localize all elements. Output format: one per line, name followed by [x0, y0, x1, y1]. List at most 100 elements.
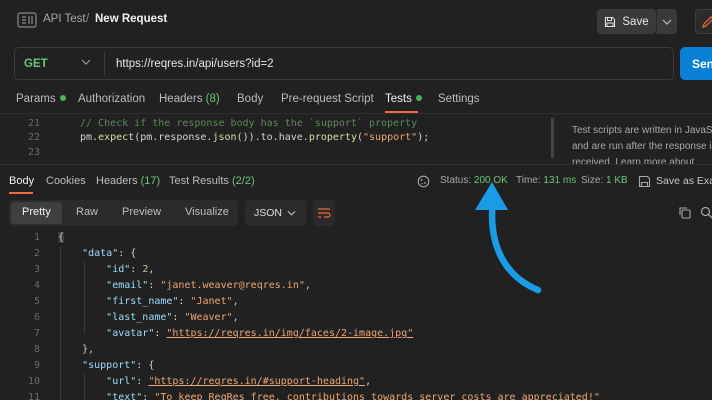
size-value: 1 KB	[606, 175, 628, 186]
json-line: },	[58, 344, 95, 355]
divider	[0, 164, 712, 165]
view-mode-visualize[interactable]: Visualize	[185, 206, 229, 218]
annotation-arrow	[475, 182, 542, 294]
tab-headers-label: Headers	[159, 93, 203, 105]
code-token: (pm.response.	[134, 132, 213, 143]
chevron-down-icon	[287, 210, 296, 216]
response-tab-test-results[interactable]: Test Results (2/2)	[169, 175, 255, 187]
json-key: "avatar"	[106, 328, 155, 339]
url-input[interactable]: https://reqres.in/api/users?id=2	[116, 58, 274, 70]
tab-settings[interactable]: Settings	[438, 93, 480, 105]
json-value: "To keep ReqRes free, contributions towa…	[154, 392, 600, 400]
help-line: Test scripts are written in JavaSc	[572, 125, 712, 136]
divider	[0, 113, 712, 114]
json-line: "last_name": "Weaver",	[106, 312, 239, 323]
line-number: 7	[33, 328, 40, 339]
response-size: Size: 1 KB	[581, 175, 628, 186]
json-key: "first_name"	[106, 296, 179, 307]
response-tab-cookies[interactable]: Cookies	[46, 175, 86, 187]
code-token: );	[417, 132, 430, 143]
copy-icon[interactable]	[678, 206, 691, 219]
response-tab-headers-label: Headers	[96, 175, 138, 187]
tab-headers[interactable]: Headers (8)	[159, 93, 220, 105]
wrap-lines-icon	[318, 208, 331, 218]
line-number: 5	[33, 296, 40, 307]
request-name[interactable]: New Request	[95, 13, 167, 25]
json-line: "support": {	[82, 360, 155, 371]
save-as-icon[interactable]	[638, 175, 651, 188]
cookie-icon[interactable]	[417, 175, 430, 188]
line-number: 1	[33, 232, 40, 243]
code-token: pm.	[80, 132, 99, 143]
format-select[interactable]: JSON	[245, 200, 306, 226]
view-mode-pretty[interactable]: Pretty	[22, 206, 51, 218]
json-value: "Weaver"	[184, 312, 233, 323]
active-dot	[415, 95, 422, 101]
view-mode-preview[interactable]: Preview	[122, 206, 161, 218]
json-line: "url": "https://reqres.in/#support-headi…	[106, 376, 372, 387]
edit-button[interactable]	[695, 9, 712, 34]
json-key: "email"	[106, 280, 149, 291]
response-tab-headers[interactable]: Headers (17)	[96, 175, 160, 187]
chevron-down-icon[interactable]	[81, 59, 91, 65]
line-number: 8	[33, 344, 40, 355]
tab-tests[interactable]: Tests	[385, 93, 422, 105]
json-line: {	[58, 232, 65, 243]
send-button[interactable]: Sen	[680, 47, 712, 80]
json-link-value[interactable]: "https://reqres.in/#support-heading"	[148, 376, 365, 387]
save-button[interactable]: Save	[597, 9, 656, 34]
line-number: 3	[33, 264, 40, 275]
json-key: "data"	[82, 248, 119, 259]
wrap-lines-button[interactable]	[313, 200, 335, 226]
url-bar	[14, 47, 674, 80]
tab-body[interactable]: Body	[237, 93, 263, 105]
edit-icon	[702, 16, 712, 28]
json-line: "id": 2,	[106, 264, 155, 275]
breadcrumb-collection[interactable]: API Test	[43, 13, 86, 25]
method-select[interactable]: GET	[24, 58, 48, 70]
line-number: 22	[27, 132, 40, 143]
save-dropdown-button[interactable]	[656, 9, 677, 34]
json-value: "janet.weaver@reqres.in"	[160, 280, 305, 291]
code-line-comment: // Check if the response body has the `s…	[80, 118, 418, 129]
json-key: "url"	[106, 376, 137, 387]
chevron-down-icon	[662, 19, 672, 25]
test-results-count: (2/2)	[231, 175, 255, 187]
active-tab-indicator	[9, 192, 33, 194]
tab-authorization[interactable]: Authorization	[78, 93, 145, 105]
response-tab-body[interactable]: Body	[9, 175, 34, 187]
json-key: "id"	[106, 264, 131, 275]
help-line: received. Learn more about	[572, 157, 695, 168]
active-dot	[59, 95, 66, 101]
json-link-value[interactable]: "https://reqres.in/img/faces/2-image.jpg…	[166, 328, 413, 339]
save-as-example-button[interactable]: Save as Exa	[656, 175, 712, 187]
line-number: 9	[33, 360, 40, 371]
json-key: "last_name"	[106, 312, 173, 323]
json-key: "support"	[82, 360, 137, 371]
line-number: 2	[33, 248, 40, 259]
size-label: Size:	[581, 175, 604, 186]
code-token: property	[308, 132, 357, 143]
json-line: "avatar": "https://reqres.in/img/faces/2…	[106, 328, 414, 339]
line-number: 21	[27, 118, 40, 129]
tab-params[interactable]: Params	[16, 93, 66, 105]
code-line: pm.expect(pm.response.json()).to.have.pr…	[80, 132, 429, 143]
line-number: 6	[33, 312, 40, 323]
line-number: 23	[27, 147, 40, 158]
view-mode-raw[interactable]: Raw	[76, 206, 98, 218]
json-line: "text": "To keep ReqRes free, contributi…	[58, 392, 600, 400]
headers-count: (8)	[205, 93, 220, 105]
breadcrumb-separator: /	[86, 13, 90, 25]
editor-scrollbar[interactable]	[551, 118, 554, 158]
line-number: 11	[27, 392, 40, 400]
save-label: Save	[622, 15, 649, 28]
code-token: ()).to.have.	[236, 132, 309, 143]
json-key: "text"	[106, 392, 143, 400]
app-grid-icon	[17, 12, 37, 28]
tab-params-label: Params	[16, 93, 56, 105]
tab-prerequest-script[interactable]: Pre-request Script	[281, 93, 374, 105]
code-token: "support"	[363, 132, 418, 143]
help-line: and are run after the response is	[572, 141, 712, 152]
search-icon[interactable]	[700, 206, 712, 219]
json-line: "email": "janet.weaver@reqres.in",	[106, 280, 311, 291]
